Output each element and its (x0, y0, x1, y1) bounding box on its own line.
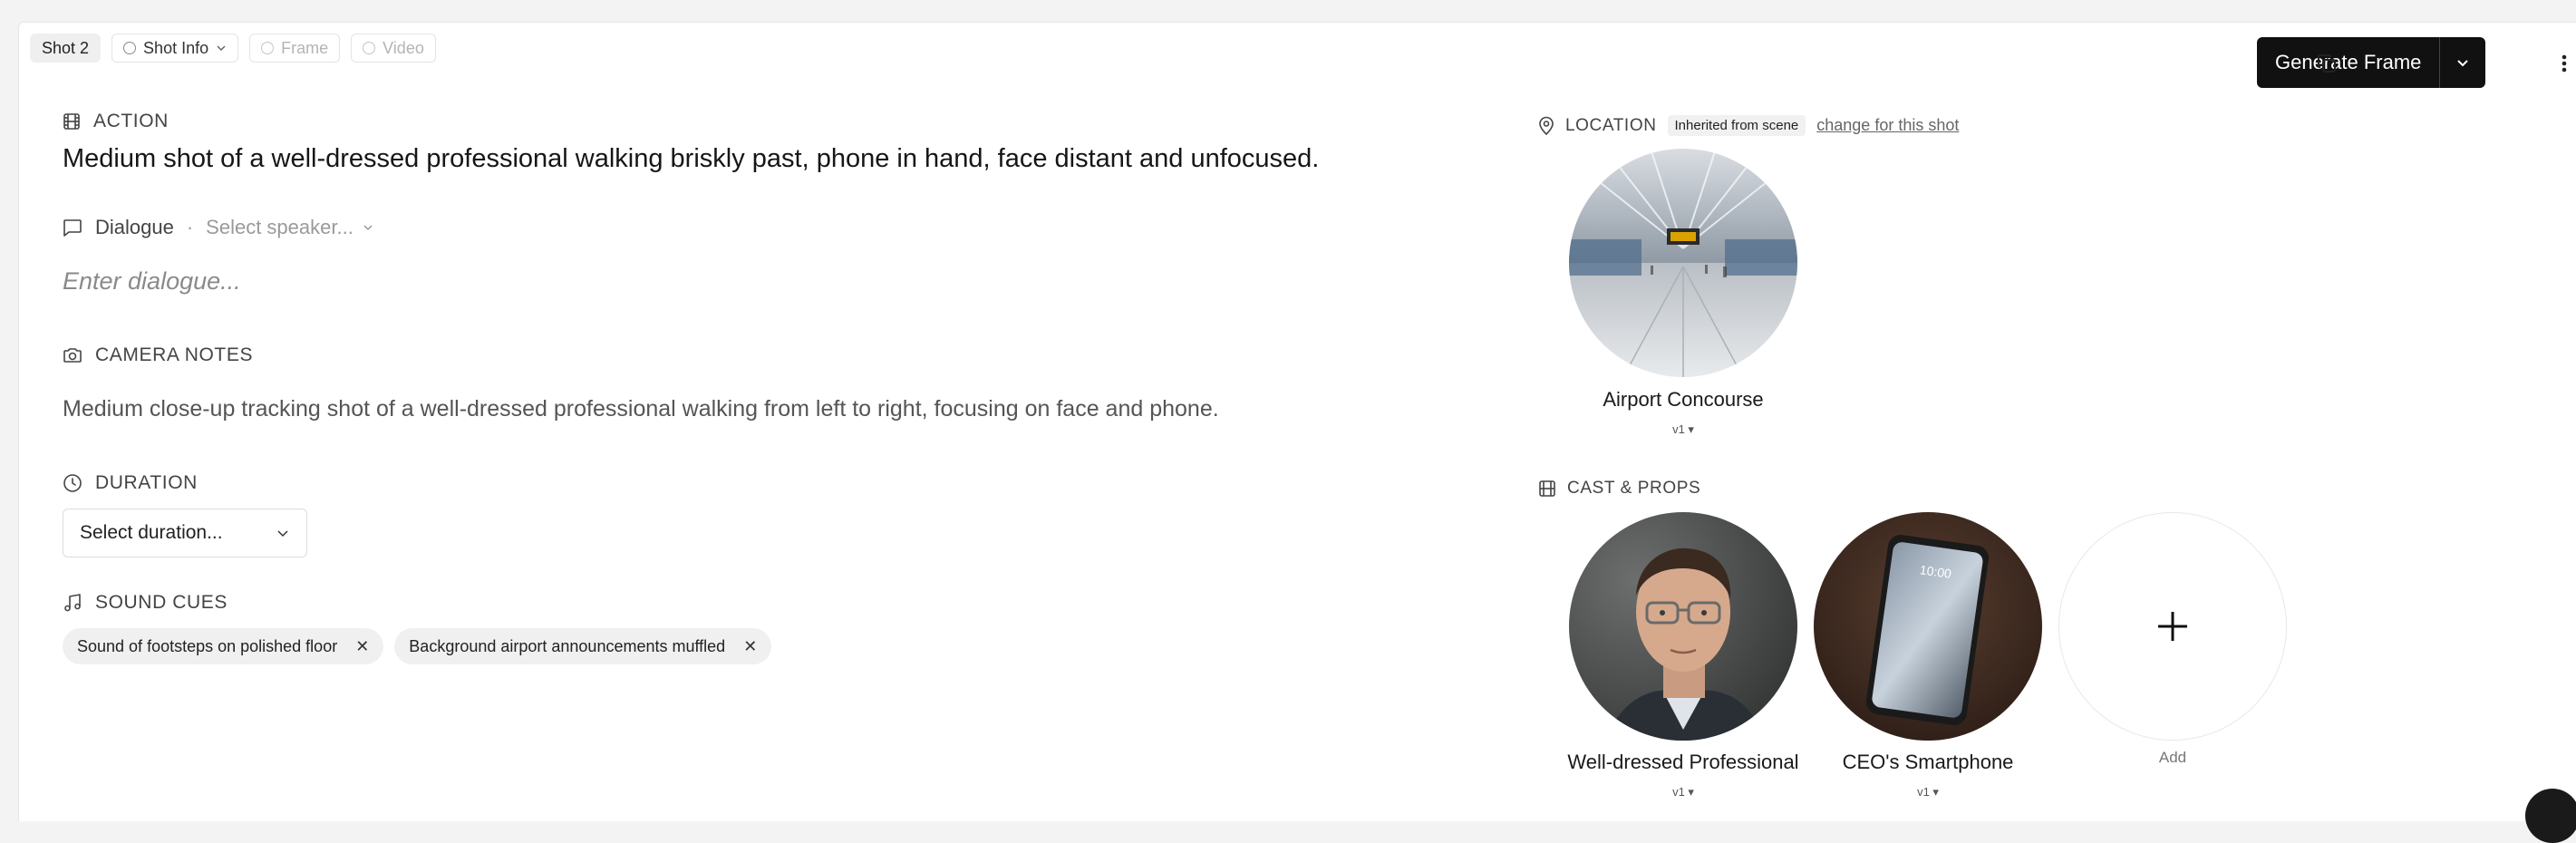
add-cast-button[interactable] (2058, 512, 2287, 741)
tab-shot-info[interactable]: Shot Info (111, 34, 239, 63)
generate-frame-split-button: Generate Frame (2257, 37, 2486, 88)
tab-shot-info-label: Shot Info (143, 38, 209, 57)
cast-props-heading-label: CAST & PROPS (1567, 479, 1701, 498)
chevron-down-icon (217, 45, 226, 52)
tab-frame-label: Frame (281, 38, 329, 57)
prop-name: CEO's Smartphone (1842, 751, 2014, 773)
more-options-button[interactable] (2553, 47, 2575, 80)
duration-select-label: Select duration... (80, 522, 223, 543)
dialogue-heading-label: Dialogue (95, 216, 174, 238)
dialogue-input[interactable]: Enter dialogue... (63, 267, 241, 296)
smartphone-image: 10:00 (1814, 512, 2042, 741)
tab-shot[interactable]: Shot 2 (30, 34, 102, 63)
location-heading-label: LOCATION (1565, 115, 1657, 135)
remove-cue-icon[interactable]: ✕ (355, 637, 369, 656)
portrait-image (1569, 512, 1797, 741)
tab-video-label: Video (383, 38, 424, 57)
music-icon (64, 594, 81, 612)
plus-icon (2158, 612, 2187, 641)
shot-tabs: Shot 2 Shot Info Frame Video (30, 34, 436, 63)
radio-icon (261, 42, 275, 54)
action-text[interactable]: Medium shot of a well-dressed profession… (63, 144, 1319, 174)
generate-frame-button[interactable]: Generate Frame (2257, 37, 2441, 88)
action-heading: ACTION (63, 111, 169, 132)
inherited-badge: Inherited from scene (1667, 115, 1806, 136)
location-name: Airport Concourse (1603, 388, 1764, 411)
camera-notes-heading-label: CAMERA NOTES (95, 344, 254, 365)
location-version-select[interactable]: v1 ▾ (1547, 422, 1819, 437)
film-icon (1539, 480, 1555, 497)
sound-cue-chip: Background airport announcements muffled… (394, 628, 772, 664)
sound-cue-chip: Sound of footsteps on polished floor ✕ (63, 628, 384, 664)
chevron-down-icon (277, 530, 288, 538)
duplicate-button[interactable] (2310, 47, 2343, 80)
generate-frame-label: Generate Frame (2275, 51, 2422, 73)
duration-select[interactable]: Select duration... (63, 509, 307, 557)
clock-icon (63, 474, 82, 492)
help-bubble[interactable] (2525, 789, 2576, 843)
chevron-down-icon (2457, 60, 2469, 67)
tab-video[interactable]: Video (351, 34, 436, 63)
cast-thumbnail-professional[interactable] (1569, 512, 1797, 741)
tab-shot-label: Shot 2 (42, 38, 90, 57)
add-cast-label: Add (2158, 749, 2187, 766)
speaker-select-label: Select speaker... (206, 216, 353, 238)
camera-icon (63, 348, 82, 363)
message-square-icon (63, 219, 82, 237)
location-thumbnail[interactable] (1569, 149, 1797, 377)
camera-notes-heading: CAMERA NOTES (63, 344, 253, 366)
sound-cue-list: Sound of footsteps on polished floor ✕ B… (63, 628, 772, 664)
cast-version-select[interactable]: v1 ▾ (1547, 785, 1819, 799)
sound-cues-heading: SOUND CUES (63, 592, 228, 614)
action-heading-label: ACTION (93, 111, 169, 131)
cast-props-heading: CAST & PROPS (1538, 479, 1700, 499)
chevron-down-icon (363, 225, 373, 231)
duration-heading: DURATION (63, 472, 198, 494)
remove-cue-icon[interactable]: ✕ (743, 637, 757, 656)
dialogue-separator: · (186, 216, 194, 238)
speaker-select[interactable]: Select speaker... (206, 216, 373, 239)
airport-concourse-image (1569, 149, 1797, 377)
cast-name: Well-dressed Professional (1567, 751, 1799, 773)
map-pin-icon (1539, 116, 1554, 135)
shot-panel: Shot 2 Shot Info Frame Video Generate Fr… (18, 22, 2576, 821)
generate-options-button[interactable] (2440, 37, 2485, 88)
film-icon (63, 113, 80, 130)
cast-thumbnail-smartphone[interactable]: 10:00 (1814, 512, 2042, 741)
tab-frame[interactable]: Frame (249, 34, 341, 63)
duration-heading-label: DURATION (95, 472, 198, 493)
sound-cue-label: Background airport announcements muffled (409, 636, 726, 655)
camera-notes-text[interactable]: Medium close-up tracking shot of a well-… (63, 396, 1219, 422)
location-heading: LOCATION Inherited from scene change for… (1538, 115, 1959, 136)
copy-icon (2318, 54, 2336, 73)
more-vertical-icon (2561, 54, 2567, 73)
radio-icon (363, 42, 376, 54)
sound-cues-heading-label: SOUND CUES (95, 592, 228, 613)
dialogue-heading: Dialogue · Select speaker... (63, 216, 373, 239)
change-location-link[interactable]: change for this shot (1816, 116, 1959, 135)
prop-version-select[interactable]: v1 ▾ (1792, 785, 2064, 799)
sound-cue-label: Sound of footsteps on polished floor (77, 636, 338, 655)
radio-icon (123, 42, 137, 54)
